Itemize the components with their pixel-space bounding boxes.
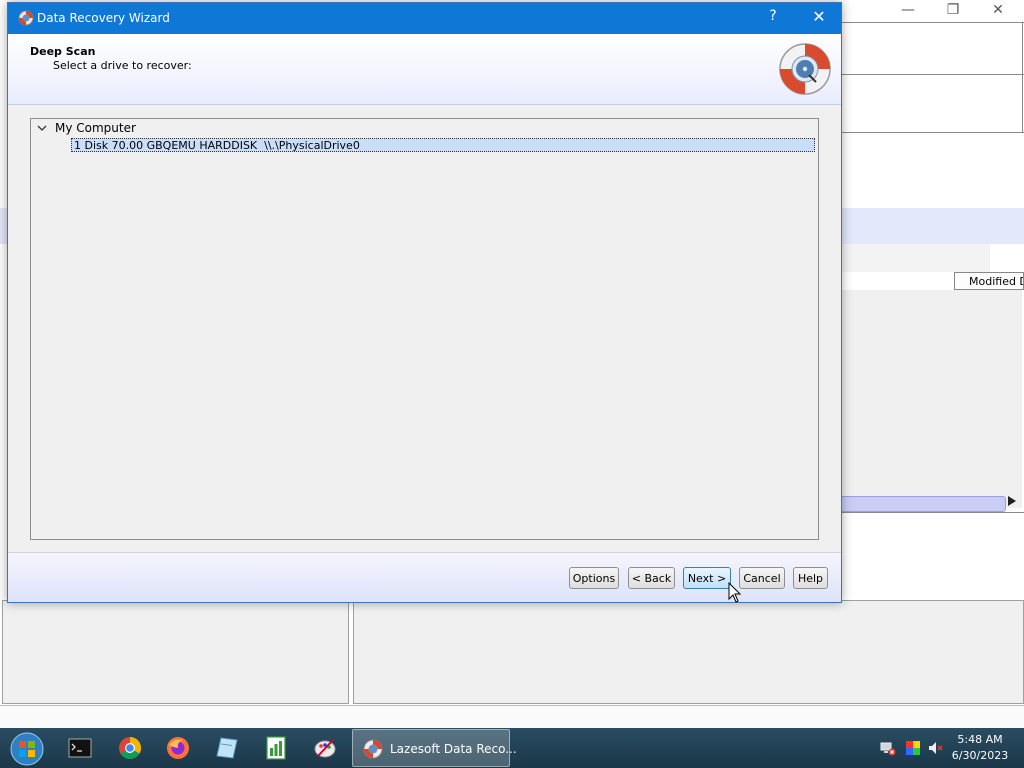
tree-root-my-computer[interactable]: My Computer	[55, 121, 136, 135]
taskbar: Lazesoft Data Reco... 5:48 AM 6/30/2023	[0, 728, 1024, 768]
bg-divider	[838, 132, 1024, 133]
bg-file-list	[838, 290, 1022, 508]
firefox-icon[interactable]	[166, 736, 190, 760]
options-button[interactable]: Options	[569, 567, 619, 589]
help-button[interactable]: Help	[793, 567, 828, 589]
bg-left-panel	[2, 600, 349, 704]
wizard-header: Deep Scan Select a drive to recover:	[8, 34, 841, 105]
network-error-icon[interactable]	[880, 740, 896, 756]
data-recovery-wizard-dialog: Data Recovery Wizard ? ✕ Deep Scan Selec…	[7, 2, 842, 603]
next-button[interactable]: Next >	[683, 567, 731, 589]
lifebuoy-logo-icon	[779, 43, 831, 95]
column-header-modified[interactable]: Modified D	[954, 272, 1024, 290]
command-prompt-icon[interactable]	[68, 736, 92, 760]
system-clock[interactable]: 5:48 AM 6/30/2023	[944, 732, 1016, 764]
bg-minimize-button[interactable]: —	[893, 2, 923, 18]
title-bar[interactable]: Data Recovery Wizard ? ✕	[8, 3, 841, 34]
cancel-button[interactable]: Cancel	[739, 567, 785, 589]
scroll-right-arrow-icon[interactable]	[1006, 494, 1018, 508]
start-button-windows-icon[interactable]	[8, 730, 46, 768]
back-button[interactable]: < Back	[628, 567, 675, 589]
paint-icon[interactable]	[313, 736, 337, 760]
bg-divider	[838, 512, 1024, 513]
volume-muted-icon[interactable]	[928, 740, 944, 756]
spreadsheet-icon[interactable]	[264, 736, 288, 760]
bg-toolbar	[838, 244, 990, 272]
tree-item-drive[interactable]: 1 Disk 70.00 GBQEMU HARDDISK \\.\Physica…	[71, 138, 815, 152]
clock-time: 5:48 AM	[957, 733, 1003, 746]
mouse-pointer-icon	[728, 582, 742, 603]
bg-right-panel	[353, 600, 1024, 704]
page-subtitle: Select a drive to recover:	[53, 59, 192, 72]
bg-divider	[838, 74, 1024, 75]
bg-ribbon-band	[838, 208, 1024, 244]
chrome-icon[interactable]	[118, 736, 142, 760]
bg-close-button[interactable]: ✕	[983, 2, 1013, 18]
color-grid-icon[interactable]	[905, 740, 921, 756]
notepad-like-icon[interactable]	[215, 736, 239, 760]
page-title: Deep Scan	[30, 45, 96, 58]
lifebuoy-icon	[363, 739, 383, 759]
dialog-title: Data Recovery Wizard	[37, 11, 170, 25]
help-title-button[interactable]: ?	[758, 8, 788, 30]
bg-divider	[1022, 22, 1023, 132]
bg-divider	[838, 22, 1024, 23]
taskbar-active-task[interactable]: Lazesoft Data Reco...	[352, 729, 517, 767]
lifebuoy-icon	[18, 10, 34, 26]
wizard-footer: Options < Back Next > Cancel Help	[8, 553, 841, 602]
close-button[interactable]: ✕	[804, 7, 834, 29]
bg-horizontal-scrollbar[interactable]	[838, 496, 1006, 512]
bg-maximize-button[interactable]: ❐	[938, 2, 968, 18]
chevron-down-icon[interactable]	[36, 122, 48, 134]
bg-status-bar	[0, 705, 1024, 728]
drive-tree[interactable]: My Computer 1 Disk 70.00 GBQEMU HARDDISK…	[30, 118, 819, 540]
clock-date: 6/30/2023	[951, 749, 1009, 762]
taskbar-task-label: Lazesoft Data Reco...	[390, 742, 517, 756]
